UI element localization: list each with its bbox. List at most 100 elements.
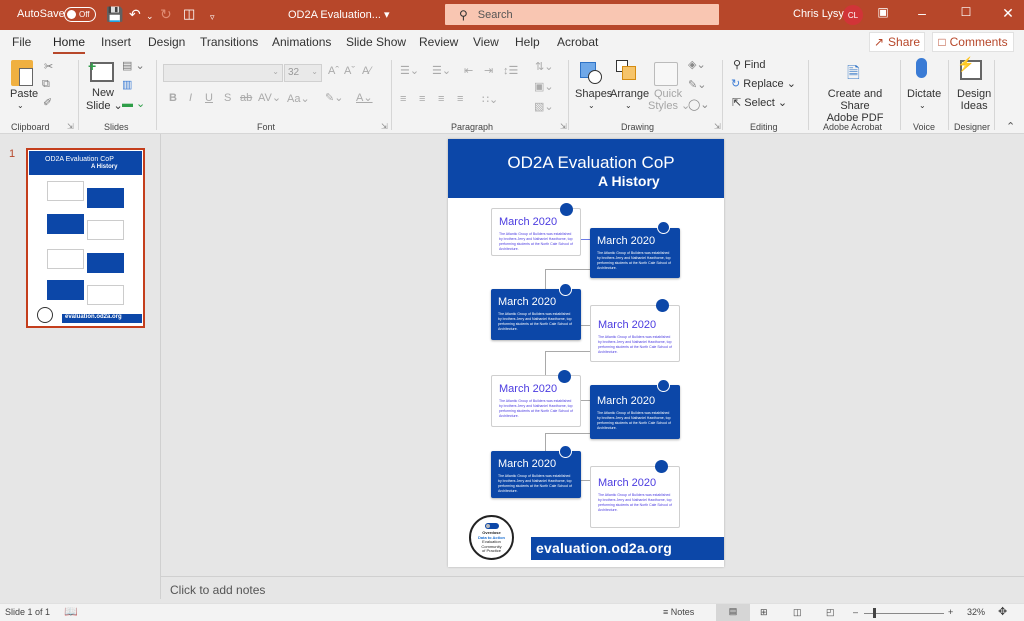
quick-styles-button[interactable]: Styles ⌄: [648, 100, 690, 112]
change-case-icon[interactable]: Aa⌄: [287, 92, 310, 105]
zoom-slider-thumb[interactable]: [873, 608, 876, 618]
vertical-scrollbar[interactable]: [1008, 134, 1024, 576]
notes-placeholder[interactable]: Click to add notes: [170, 583, 265, 597]
tab-review[interactable]: Review: [419, 35, 458, 49]
close-icon[interactable]: ✕: [998, 5, 1018, 22]
maximize-icon[interactable]: ☐: [956, 5, 976, 19]
select-button[interactable]: ⇱ Select ⌄: [732, 97, 787, 109]
search-box[interactable]: ⚲ Search: [445, 4, 719, 25]
slide-sorter-icon[interactable]: ⊞: [760, 607, 768, 618]
user-avatar[interactable]: CL: [843, 5, 863, 25]
tab-design[interactable]: Design: [148, 35, 185, 49]
notes-toggle[interactable]: ≡ Notes: [663, 607, 694, 617]
design-ideas-button[interactable]: Design Ideas: [957, 88, 991, 112]
zoom-in-icon[interactable]: +: [948, 607, 953, 617]
microphone-icon[interactable]: [916, 58, 927, 78]
undo-dropdown-icon[interactable]: ⌄: [146, 8, 154, 24]
quick-styles-label[interactable]: Quick: [654, 88, 682, 100]
minimize-icon[interactable]: –: [912, 5, 932, 21]
normal-view-icon[interactable]: ▤: [716, 604, 750, 621]
share-button[interactable]: ↗ Share: [869, 32, 925, 52]
comments-button[interactable]: □ Comments: [932, 32, 1014, 52]
pane-divider[interactable]: [160, 134, 161, 599]
timeline-card[interactable]: March 2020 The Atlantic Group of Builder…: [590, 385, 680, 439]
create-pdf-icon[interactable]: 🗎: [847, 62, 860, 89]
arrange-button[interactable]: Arrange: [610, 88, 649, 100]
tab-animations[interactable]: Animations: [272, 35, 331, 49]
new-slide-label[interactable]: New: [92, 87, 114, 99]
numbering-icon[interactable]: ☰⌄: [432, 64, 451, 77]
reading-view-icon[interactable]: ◫: [793, 607, 802, 618]
arrange-dropdown-icon[interactable]: ⌄: [625, 100, 632, 112]
font-name-select[interactable]: ⌄: [163, 64, 283, 82]
quick-styles-icon[interactable]: [654, 62, 678, 86]
smartart-icon[interactable]: ▧⌄: [534, 100, 554, 113]
find-button[interactable]: ⚲ Find: [733, 59, 766, 71]
customize-toolbar-icon[interactable]: ▿: [210, 9, 215, 25]
clear-format-icon[interactable]: A⁄: [362, 65, 371, 77]
user-name[interactable]: Chris Lysy: [793, 8, 844, 20]
increase-font-icon[interactable]: Aˆ: [328, 65, 339, 77]
decrease-indent-icon[interactable]: ⇤: [464, 64, 473, 77]
zoom-level[interactable]: 32%: [967, 607, 985, 617]
tab-file[interactable]: File: [12, 35, 31, 49]
increase-indent-icon[interactable]: ⇥: [484, 64, 493, 77]
undo-icon[interactable]: ↶: [129, 6, 141, 22]
columns-icon[interactable]: ∷⌄: [482, 93, 498, 106]
align-right-icon[interactable]: ≡: [438, 93, 444, 105]
ribbon-display-icon[interactable]: ▣: [873, 5, 893, 19]
shape-outline-icon[interactable]: ✎⌄: [688, 78, 706, 91]
drawing-launcher-icon[interactable]: ⇲: [714, 122, 721, 131]
timeline-card[interactable]: March 2020 The Atlantic Group of Builder…: [491, 451, 581, 498]
fit-to-window-icon[interactable]: ✥: [998, 605, 1007, 618]
timeline-card[interactable]: March 2020 The Atlantic Group of Builder…: [590, 228, 680, 278]
design-ideas-icon[interactable]: ⚡: [957, 56, 982, 80]
italic-icon[interactable]: I: [189, 92, 192, 104]
tab-transitions[interactable]: Transitions: [200, 35, 258, 49]
bold-icon[interactable]: B: [169, 92, 177, 104]
font-size-select[interactable]: 32 ⌄: [284, 64, 322, 82]
section-icon[interactable]: ▬ ⌄: [122, 97, 145, 110]
dictate-dropdown-icon[interactable]: ⌄: [919, 100, 926, 112]
paste-icon[interactable]: [11, 60, 33, 86]
new-slide-button[interactable]: Slide ⌄: [86, 100, 123, 112]
line-spacing-icon[interactable]: ↕☰: [503, 64, 518, 77]
slide-thumbnail[interactable]: OD2A Evaluation CoP A History evaluation…: [26, 148, 145, 328]
accessibility-icon[interactable]: 📖: [64, 605, 78, 618]
tab-insert[interactable]: Insert: [101, 35, 131, 49]
tab-help[interactable]: Help: [515, 35, 540, 49]
decrease-font-icon[interactable]: Aˇ: [344, 65, 355, 77]
reset-icon[interactable]: ▥: [122, 78, 132, 91]
arrange-icon[interactable]: [616, 60, 636, 80]
paste-dropdown-icon[interactable]: ⌄: [17, 100, 24, 112]
tab-home[interactable]: Home: [53, 35, 86, 54]
redo-icon[interactable]: ↻: [160, 6, 172, 22]
clipboard-launcher-icon[interactable]: ⇲: [67, 122, 74, 131]
shapes-button[interactable]: Shapes: [575, 88, 612, 100]
paste-button[interactable]: Paste: [10, 88, 38, 100]
save-icon[interactable]: 💾: [106, 6, 123, 22]
dictate-button[interactable]: Dictate: [907, 88, 941, 100]
paragraph-launcher-icon[interactable]: ⇲: [560, 122, 567, 131]
text-direction-icon[interactable]: ⇅⌄: [535, 60, 553, 73]
timeline-card[interactable]: March 2020 The Atlantic Group of Builder…: [491, 289, 581, 340]
shape-effects-icon[interactable]: ◯⌄: [688, 98, 710, 111]
present-icon[interactable]: ◫: [183, 6, 195, 22]
align-center-icon[interactable]: ≡: [419, 93, 425, 105]
zoom-slider[interactable]: [864, 613, 944, 614]
font-color-icon[interactable]: A⌄: [356, 91, 373, 104]
underline-icon[interactable]: U: [205, 92, 213, 104]
timeline-card[interactable]: March 2020 The Atlantic Group of Builder…: [590, 305, 680, 362]
align-left-icon[interactable]: ≡: [400, 93, 406, 105]
slide-title[interactable]: OD2A Evaluation CoP: [448, 153, 724, 173]
shape-fill-icon[interactable]: ◈⌄: [688, 58, 706, 71]
replace-button[interactable]: ↻ Replace ⌄: [731, 78, 796, 90]
format-painter-icon[interactable]: ✐: [43, 96, 52, 109]
copy-icon[interactable]: ⧉: [42, 78, 50, 91]
collapse-ribbon-icon[interactable]: ⌃: [1006, 120, 1015, 133]
new-slide-icon[interactable]: +: [88, 58, 114, 82]
char-spacing-icon[interactable]: AV⌄: [258, 91, 281, 104]
timeline-card[interactable]: March 2020 The Atlantic Group of Builder…: [590, 466, 680, 528]
shadow-icon[interactable]: S: [224, 92, 231, 104]
autosave-toggle[interactable]: Off: [64, 7, 96, 22]
